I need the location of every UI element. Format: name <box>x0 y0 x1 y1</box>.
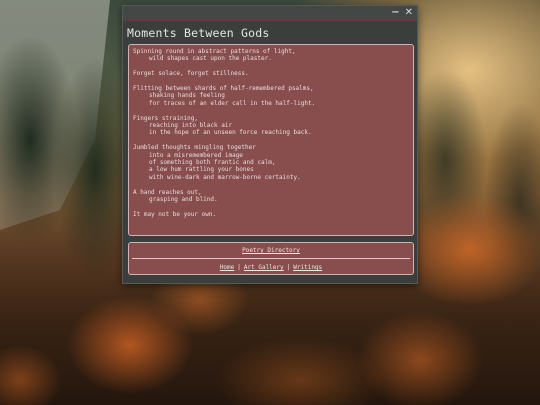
page-title: Moments Between Gods <box>127 26 270 40</box>
poem-window: − ✕ Moments Between Gods Spinning round … <box>122 5 418 284</box>
poem-line: a low hum rattling your bones <box>149 166 254 174</box>
nav-separator: | <box>237 264 241 271</box>
poem-line: wild shapes cast upon the plaster. <box>149 55 272 63</box>
home-link[interactable]: Home <box>220 264 234 271</box>
poem-stanza: Forget solace, forget stillness. <box>133 70 409 77</box>
poem-stanza: A hand reaches out, grasping and blind. <box>133 189 409 204</box>
writings-link[interactable]: Writings <box>293 264 322 271</box>
poem-line: for traces of an elder call in the half-… <box>149 99 316 107</box>
poem-line: Fingers straining, <box>133 114 199 122</box>
close-icon[interactable]: ✕ <box>405 6 413 20</box>
divider <box>132 258 410 259</box>
art-gallery-link[interactable]: Art Gallery <box>244 264 284 271</box>
poem-line: Jumbled thoughts mingling together <box>133 144 256 152</box>
poem-line: into a misremembered image <box>149 151 243 159</box>
poem-line: A hand reaches out, <box>133 188 202 196</box>
poetry-directory-link[interactable]: Poetry Directory <box>129 247 413 254</box>
poem-line: Spinning round in abstract patterns of l… <box>133 48 296 55</box>
poem-stanza: Spinning round in abstract patterns of l… <box>133 48 409 63</box>
poem-line: shaking hands feeling <box>149 92 225 100</box>
poem-line: Forget solace, forget stillness. <box>133 70 249 78</box>
poem-line: Flitting between shards of half-remember… <box>133 85 314 92</box>
window-controls: − ✕ <box>391 6 413 20</box>
poem-line: with wine-dark and marrow-borne certaint… <box>149 173 301 181</box>
window-titlebar[interactable]: − ✕ <box>123 6 417 21</box>
footer-nav: Home | Art Gallery | Writings <box>129 264 413 271</box>
poem-line: grasping and blind. <box>149 196 218 204</box>
poem-stanza: Jumbled thoughts mingling together into a… <box>133 144 409 181</box>
poem-line: It may not be your own. <box>133 210 217 218</box>
links-panel: Poetry Directory Home | Art Gallery | Writin… <box>128 242 414 275</box>
poem-panel: Spinning round in abstract patterns of l… <box>128 44 414 236</box>
poem-stanza: Flitting between shards of half-remember… <box>133 85 409 107</box>
poem-stanza: It may not be your own. <box>133 211 409 218</box>
poem-line: in the hope of an unseen force reaching … <box>149 129 312 137</box>
nav-separator: | <box>286 264 291 271</box>
minimize-icon[interactable]: − <box>391 6 399 20</box>
poem-line: reaching into black air <box>149 122 233 130</box>
poem-line: of something both frantic and calm, <box>149 159 276 167</box>
poem-stanza: Fingers straining, reaching into black ai… <box>133 115 409 137</box>
